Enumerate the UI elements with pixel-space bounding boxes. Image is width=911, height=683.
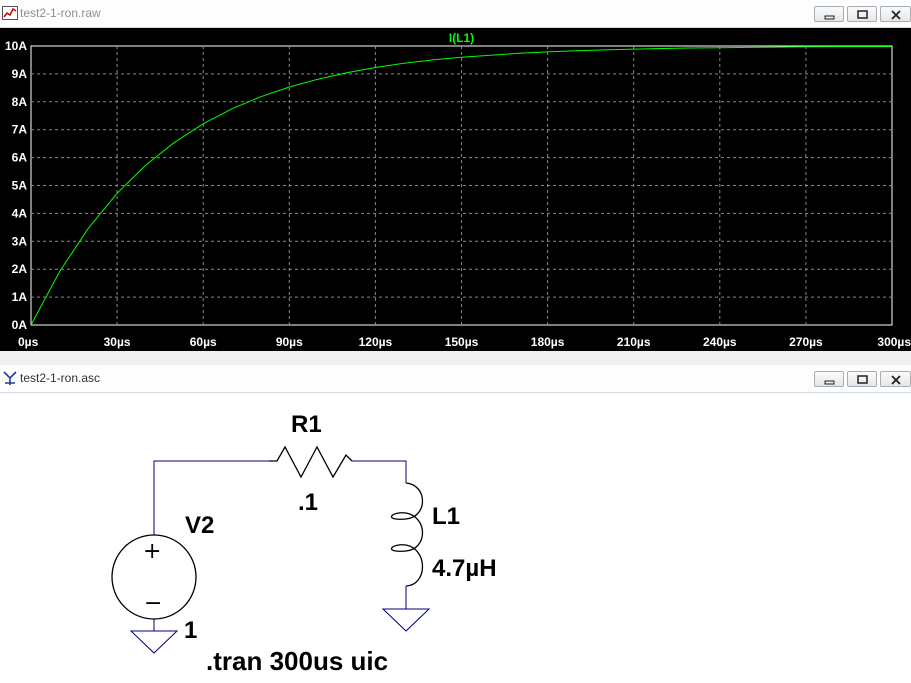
y-tick-label[interactable]: 9A bbox=[12, 67, 28, 81]
restore-icon bbox=[857, 10, 868, 19]
schematic-window-titlebar[interactable]: test2-1-ron.asc bbox=[0, 365, 911, 393]
source-v2-name: V2 bbox=[185, 512, 214, 539]
source-v2-value: 1 bbox=[184, 617, 197, 644]
wires bbox=[153, 460, 407, 631]
plot-window-titlebar[interactable]: test2-1-ron.raw bbox=[0, 0, 911, 28]
schematic-canvas[interactable]: R1 .1 L1 4.7µH + − V2 1 .tran 300us uic bbox=[0, 393, 911, 683]
y-tick-label[interactable]: 10A bbox=[5, 39, 27, 53]
schematic-drawing: R1 .1 L1 4.7µH + − V2 1 .tran 300us uic bbox=[111, 411, 497, 676]
x-tick-label[interactable]: 120µs bbox=[359, 335, 393, 349]
x-tick-label[interactable]: 90µs bbox=[276, 335, 303, 349]
pane-separator bbox=[0, 351, 911, 365]
y-tick-label[interactable]: 2A bbox=[12, 262, 28, 276]
source-minus-sign: − bbox=[144, 591, 162, 616]
minimize-icon bbox=[824, 15, 835, 20]
schematic-minimize-button[interactable] bbox=[814, 371, 844, 387]
spice-directive[interactable]: .tran 300us uic bbox=[206, 646, 388, 676]
x-tick-label[interactable]: 210µs bbox=[617, 335, 651, 349]
x-tick-label[interactable]: 180µs bbox=[531, 335, 565, 349]
x-tick-label[interactable]: 0µs bbox=[18, 335, 39, 349]
minimize-icon bbox=[824, 380, 835, 385]
x-tick-label[interactable]: 60µs bbox=[190, 335, 217, 349]
y-tick-label[interactable]: 1A bbox=[12, 290, 28, 304]
resistor-r1[interactable]: R1 .1 bbox=[269, 411, 353, 516]
voltage-source-v2[interactable]: + − V2 1 bbox=[111, 512, 214, 644]
waveform-plot: 0µs 30µs 60µs 90µs 120µs 150µs 180µs 210µs 240µs… bbox=[5, 31, 911, 349]
plot-close-button[interactable] bbox=[880, 6, 911, 22]
trace-label[interactable]: I(L1) bbox=[449, 31, 474, 45]
ground-symbol-inductor[interactable] bbox=[381, 608, 431, 632]
x-tick-label[interactable]: 240µs bbox=[703, 335, 737, 349]
source-plus-sign: + bbox=[143, 539, 161, 564]
x-tick-label[interactable]: 150µs bbox=[445, 335, 479, 349]
y-tick-label[interactable]: 8A bbox=[12, 95, 28, 109]
schematic-icon bbox=[3, 371, 17, 385]
schematic-close-button[interactable] bbox=[880, 371, 911, 387]
schematic-window-title: test2-1-ron.asc bbox=[20, 371, 101, 385]
inductor-l1-name: L1 bbox=[432, 503, 460, 530]
x-tick-label[interactable]: 30µs bbox=[104, 335, 131, 349]
waveform-plot-pane[interactable]: 0µs 30µs 60µs 90µs 120µs 150µs 180µs 210µs 240µs… bbox=[0, 28, 911, 351]
close-icon bbox=[891, 375, 901, 385]
inductor-l1-value: 4.7µH bbox=[432, 555, 497, 582]
y-tick-label[interactable]: 3A bbox=[12, 234, 28, 248]
schematic-restore-button[interactable] bbox=[847, 371, 877, 387]
x-tick-label[interactable]: 270µs bbox=[789, 335, 823, 349]
y-tick-label[interactable]: 6A bbox=[12, 151, 28, 165]
waveform-icon bbox=[2, 6, 18, 20]
plot-minimize-button[interactable] bbox=[814, 6, 844, 22]
resistor-r1-value: .1 bbox=[298, 489, 318, 516]
y-tick-label[interactable]: 0A bbox=[12, 318, 28, 332]
x-tick-label[interactable]: 300µs bbox=[877, 335, 911, 349]
y-tick-label[interactable]: 7A bbox=[12, 123, 28, 137]
inductor-l1[interactable]: L1 4.7µH bbox=[391, 482, 497, 587]
y-tick-label[interactable]: 4A bbox=[12, 206, 28, 220]
y-tick-label[interactable]: 5A bbox=[12, 179, 28, 193]
resistor-r1-name: R1 bbox=[291, 411, 322, 438]
close-icon bbox=[891, 10, 901, 20]
ground-symbol-source[interactable] bbox=[129, 630, 179, 654]
plot-window-title: test2-1-ron.raw bbox=[20, 6, 101, 20]
restore-icon bbox=[857, 375, 868, 384]
wire-top-right[interactable] bbox=[352, 460, 407, 483]
plot-restore-button[interactable] bbox=[847, 6, 877, 22]
